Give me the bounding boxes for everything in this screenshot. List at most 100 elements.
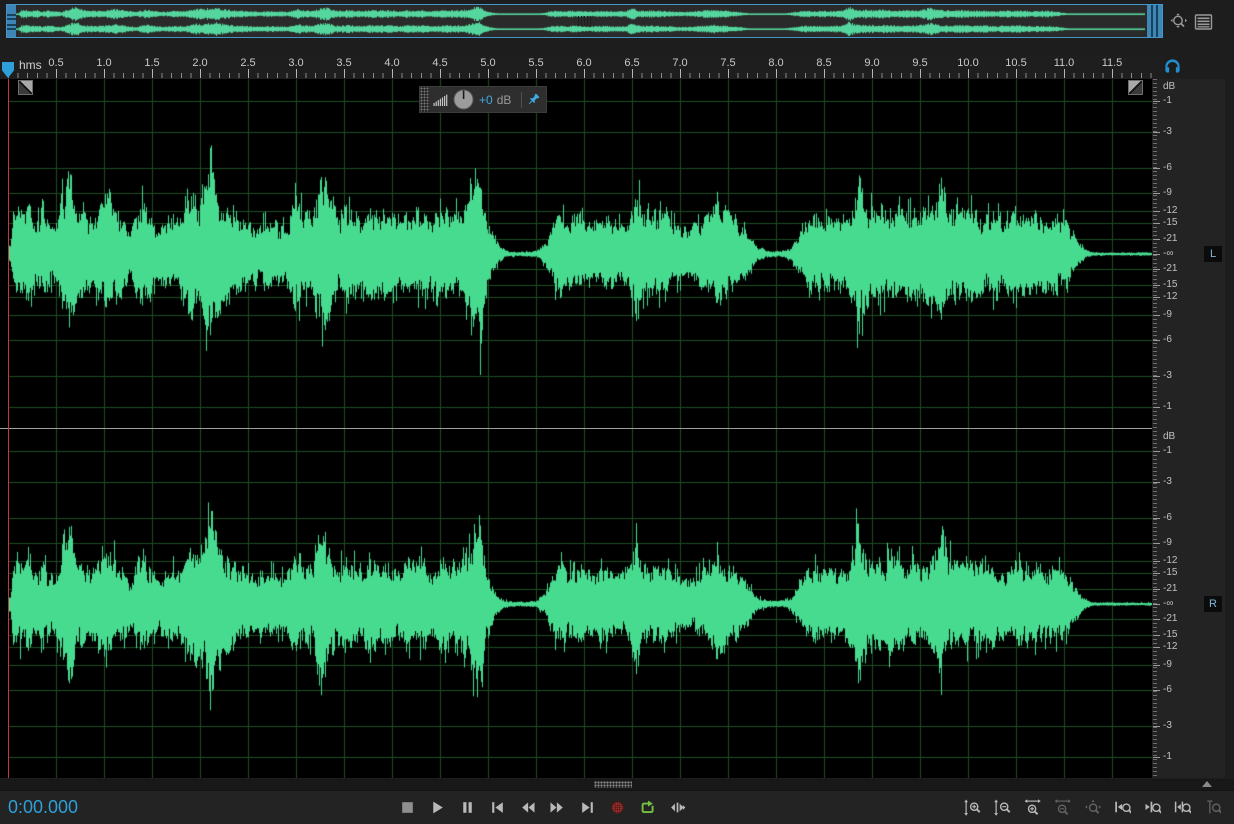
play-button[interactable] [425,795,449,820]
zoom-reset-button[interactable] [1200,795,1224,820]
volume-knob[interactable] [453,89,474,110]
db-tick-label: -12 [1163,205,1177,216]
ruler-major-tick [920,69,921,78]
zoom-out-full-icon [1084,799,1101,816]
ruler-major-tick [488,69,489,78]
db-scale-tick [1153,239,1160,240]
ruler-tick-label: 6.0 [576,57,591,69]
zoom-in-at-out-point-button[interactable] [1140,795,1164,820]
stop-button[interactable] [395,795,419,820]
zoom-to-selection-button[interactable] [1170,795,1194,820]
rewind-button[interactable] [515,795,539,820]
db-tick-label: -6 [1163,512,1172,523]
db-scale-tick [1153,211,1160,212]
corner-widget-top-right-icon[interactable] [1128,80,1143,95]
db-tick-label: -9 [1163,659,1172,670]
timeline-ruler[interactable]: hms 0.51.01.52.02.53.03.54.04.55.05.56.0… [0,55,1163,79]
ruler-minor-ticks [8,73,1152,78]
db-scale-tick [1153,543,1160,544]
db-tick-label: -15 [1163,279,1177,290]
record-button[interactable] [605,795,629,820]
range-left-handle[interactable] [7,5,16,37]
db-scale-tick [1153,223,1160,224]
scroll-up-arrow-icon[interactable] [1202,781,1212,787]
ruler-unit-label: hms [19,58,42,72]
db-scale-tick [1153,285,1160,286]
channel-badge-left[interactable]: L [1204,246,1222,262]
level-meter-icon [433,93,448,107]
fast-forward-icon [549,799,566,816]
zoom-in-time-button[interactable] [1020,795,1044,820]
ruler-major-tick [344,69,345,78]
fast-forward-button[interactable] [545,795,569,820]
range-right-handle[interactable] [1147,5,1162,37]
db-tick-label: -9 [1163,309,1172,320]
ruler-tick-label: 1.5 [144,57,159,69]
db-scale-tick [1153,726,1160,727]
horizontal-scrollbar-grip[interactable] [594,781,632,788]
ruler-major-tick [152,69,153,78]
db-tick-label: -9 [1163,187,1172,198]
db-scale-tick [1153,340,1160,341]
zoom-reset-icon [1204,799,1221,816]
play-icon [429,799,446,816]
zoom-in-at-in-point-button[interactable] [1110,795,1134,820]
overview-range-selector[interactable] [6,4,1163,38]
db-scale-tick [1153,132,1160,133]
skip-back-icon [489,799,506,816]
ruler-tick-label: 10.0 [957,57,978,69]
ruler-tick-label: 9.0 [864,57,879,69]
db-unit-label: dB [1163,81,1175,92]
channel-divider[interactable] [0,428,1225,429]
hud-separator [521,92,522,108]
db-tick-label: -21 [1163,233,1177,244]
ruler-major-tick [440,69,441,78]
db-scale[interactable]: dB-∞-1-1-3-3-6-6-9-9-12-12-15-15-21-21dB… [1152,79,1225,778]
zoom-buttons [960,795,1224,820]
horizontal-scrollbar[interactable] [0,779,1234,790]
ruler-major-tick [392,69,393,78]
zoom-out-full-button[interactable] [1080,795,1104,820]
db-tick-label: -3 [1163,720,1172,731]
record-icon [609,799,626,816]
ruler-major-tick [296,69,297,78]
db-tick-label: -21 [1163,583,1177,594]
range-grip[interactable] [578,16,592,26]
db-scale-tick [1153,451,1160,452]
channel-badge-right[interactable]: R [1204,596,1222,612]
db-tick-label: -21 [1163,263,1177,274]
zoom-out-time-button[interactable] [1050,795,1074,820]
stop-icon [399,799,416,816]
db-scale-tick [1153,269,1160,270]
zoom-in-amplitude-button[interactable] [960,795,984,820]
ruler-tick-label: 11.0 [1054,57,1075,69]
time-display[interactable]: 0:00.000 [8,797,78,818]
headphones-icon[interactable] [1163,56,1182,75]
playhead-line [8,79,9,778]
corner-widget-top-left-icon[interactable] [18,80,33,95]
db-tick-label: -15 [1163,217,1177,228]
db-scale-tick [1153,604,1160,605]
zoom-out-amplitude-button[interactable] [990,795,1014,820]
ruler-tick-label: 8.5 [816,57,831,69]
zoom-out-point-icon [1144,799,1161,816]
ruler-major-tick [536,69,537,78]
zoom-navigator-icon[interactable] [1168,11,1190,33]
pause-button[interactable] [455,795,479,820]
ruler-tick-label: 10.5 [1005,57,1026,69]
ruler-major-tick [728,69,729,78]
ruler-major-tick [1112,69,1113,78]
move-next-button[interactable] [575,795,599,820]
db-tick-label: -12 [1163,555,1177,566]
volume-hud[interactable]: +0 dB [419,86,547,113]
hud-drag-handle[interactable] [420,87,429,112]
ruler-major-tick [104,69,105,78]
pin-icon[interactable] [526,92,541,107]
move-previous-button[interactable] [485,795,509,820]
loop-playback-button[interactable] [635,795,659,820]
zoom-in-amplitude-icon [964,799,981,816]
panel-menu-icon[interactable] [1194,13,1213,31]
gain-value[interactable]: +0 [479,93,493,107]
skip-selection-button[interactable] [665,795,689,820]
db-infinity-label: -∞ [1163,598,1173,609]
